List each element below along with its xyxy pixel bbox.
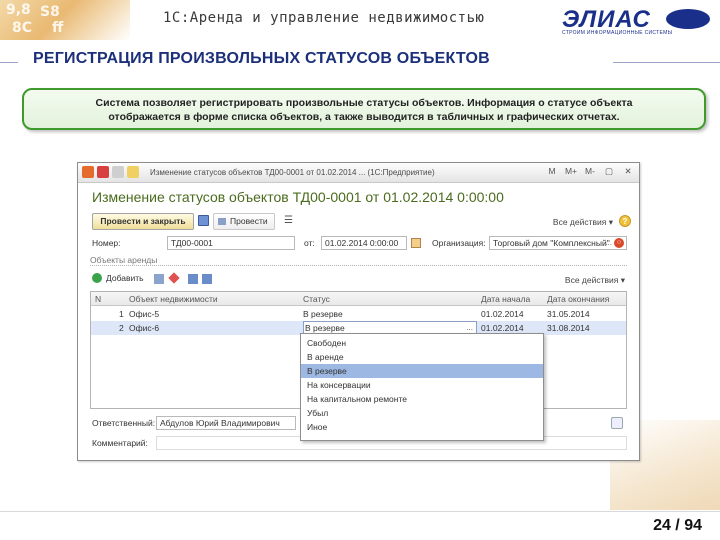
command-bar: Провести и закрыть Провести ☰ Все действ… bbox=[78, 211, 639, 231]
responsible-value: Абдулов Юрий Владимирович bbox=[160, 418, 280, 428]
row-start-date[interactable]: 01.02.2014 bbox=[481, 309, 524, 319]
number-value: ТД00-0001 bbox=[171, 238, 213, 248]
calendar-icon[interactable] bbox=[411, 238, 421, 248]
select-ellipsis-icon[interactable]: ... bbox=[605, 237, 612, 249]
post-button[interactable]: Провести bbox=[213, 213, 275, 230]
row-start-date[interactable]: 01.02.2014 bbox=[481, 323, 524, 333]
maximize-button[interactable]: ▢ bbox=[602, 166, 616, 177]
row-status[interactable]: В резерве bbox=[303, 309, 343, 319]
column-header-status[interactable]: Статус bbox=[303, 294, 330, 304]
add-row-button[interactable]: Добавить bbox=[92, 271, 144, 285]
slide-header: 9,8 S8 8C ff 1С:Аренда и управление недв… bbox=[0, 0, 720, 40]
memory-plus-button[interactable]: M+ bbox=[564, 166, 578, 177]
dropdown-item-reserved[interactable]: В резерве bbox=[301, 364, 543, 378]
footer-divider bbox=[0, 511, 720, 512]
back-icon[interactable] bbox=[97, 166, 109, 178]
date-field[interactable]: 01.02.2014 0:00:00 bbox=[321, 236, 407, 250]
copy-icon[interactable] bbox=[154, 274, 164, 284]
row-status[interactable]: В резерве bbox=[305, 323, 345, 333]
document-window: Изменение статусов объектов ТД00-0001 от… bbox=[77, 162, 640, 461]
select-ellipsis-icon[interactable]: ... bbox=[466, 323, 473, 332]
description-box: Система позволяет регистрировать произво… bbox=[22, 88, 706, 130]
status-dropdown-list[interactable]: Свободен В аренде В резерве На консервац… bbox=[300, 333, 544, 441]
all-actions-menu[interactable]: Все действия ▾ bbox=[553, 217, 613, 228]
responsible-label: Ответственный: bbox=[92, 418, 156, 428]
title-divider-left bbox=[0, 62, 18, 63]
print-menu-icon[interactable]: ☰ bbox=[280, 213, 297, 230]
section-label: Объекты аренды bbox=[90, 255, 158, 265]
slide-title: РЕГИСТРАЦИЯ ПРОИЗВОЛЬНЫХ СТАТУСОВ ОБЪЕКТ… bbox=[33, 50, 490, 67]
row-number: 1 bbox=[119, 309, 124, 319]
corner-decoration: 9,8 S8 8C ff bbox=[0, 0, 130, 40]
logo-subtitle: СТРОИМ ИНФОРМАЦИОННЫЕ СИСТЕМЫ bbox=[562, 30, 673, 36]
logo-oval-icon bbox=[666, 9, 710, 29]
section-divider bbox=[90, 265, 627, 266]
deco-glyph: S8 bbox=[40, 4, 60, 20]
date-value: 01.02.2014 0:00:00 bbox=[325, 238, 399, 248]
move-down-icon[interactable] bbox=[202, 274, 212, 284]
dropdown-item-other[interactable]: Иное bbox=[301, 420, 543, 434]
column-header-end[interactable]: Дата окончания bbox=[547, 294, 609, 304]
memory-minus-button[interactable]: M- bbox=[583, 166, 597, 177]
save-icon[interactable] bbox=[198, 215, 209, 226]
page-number: 24 / 94 bbox=[653, 517, 702, 534]
window-controls: M M+ M- ▢ ✕ bbox=[545, 166, 635, 177]
table-row[interactable]: 1 Офис-5 В резерве 01.02.2014 31.05.2014 bbox=[91, 307, 626, 321]
date-from-label: от: bbox=[304, 238, 315, 248]
elias-logo: ЭЛИАС СТРОИМ ИНФОРМАЦИОННЫЕ СИСТЕМЫ bbox=[562, 6, 714, 36]
title-divider-right bbox=[613, 62, 720, 63]
deco-glyph: 9,8 bbox=[6, 2, 31, 18]
open-icon[interactable]: ○ bbox=[614, 238, 624, 248]
forward-icon[interactable] bbox=[112, 166, 124, 178]
open-field-icon[interactable] bbox=[611, 417, 623, 429]
memory-button[interactable]: M bbox=[545, 166, 559, 177]
organization-value: Торговый дом "Комплексный" bbox=[493, 238, 610, 248]
organization-label: Организация: bbox=[432, 238, 486, 248]
column-header-object[interactable]: Объект недвижимости bbox=[129, 294, 218, 304]
organization-field[interactable]: Торговый дом "Комплексный" ... ○ bbox=[489, 236, 627, 250]
app-icon[interactable] bbox=[82, 166, 94, 178]
number-field[interactable]: ТД00-0001 bbox=[167, 236, 295, 250]
row-object[interactable]: Офис-5 bbox=[129, 309, 159, 319]
table-toolbar: Добавить Все действия ▾ bbox=[78, 269, 639, 287]
comment-label: Комментарий: bbox=[92, 438, 148, 448]
close-button[interactable]: ✕ bbox=[621, 166, 635, 177]
dropdown-item-retired[interactable]: Убыл bbox=[301, 406, 543, 420]
post-and-close-button[interactable]: Провести и закрыть bbox=[92, 213, 194, 230]
app-title: 1С:Аренда и управление недвижимостью bbox=[163, 10, 485, 26]
table-header: N Объект недвижимости Статус Дата начала… bbox=[91, 292, 626, 306]
row-end-date[interactable]: 31.05.2014 bbox=[547, 309, 590, 319]
favorite-icon[interactable] bbox=[127, 166, 139, 178]
responsible-field[interactable]: Абдулов Юрий Владимирович bbox=[156, 416, 296, 430]
help-icon[interactable]: ? bbox=[619, 215, 631, 227]
dropdown-item-repair[interactable]: На капитальном ремонте bbox=[301, 392, 543, 406]
column-header-n[interactable]: N bbox=[95, 294, 101, 304]
dropdown-item-free[interactable]: Свободен bbox=[301, 336, 543, 350]
number-label: Номер: bbox=[92, 238, 121, 248]
delete-icon[interactable] bbox=[168, 272, 180, 284]
form-title: Изменение статусов объектов ТД00-0001 от… bbox=[92, 189, 504, 205]
row-end-date[interactable]: 31.08.2014 bbox=[547, 323, 590, 333]
deco-glyph: 8C bbox=[12, 20, 33, 36]
row-object[interactable]: Офис-6 bbox=[129, 323, 159, 333]
dropdown-item-conservation[interactable]: На консервации bbox=[301, 378, 543, 392]
description-line-2: отображается в форме списка объектов, а … bbox=[108, 111, 620, 123]
document-header-fields: Номер: ТД00-0001 от: 01.02.2014 0:00:00 … bbox=[78, 235, 639, 251]
window-title: Изменение статусов объектов ТД00-0001 от… bbox=[150, 168, 435, 177]
window-titlebar: Изменение статусов объектов ТД00-0001 от… bbox=[78, 163, 639, 183]
row-number: 2 bbox=[119, 323, 124, 333]
table-all-actions-menu[interactable]: Все действия ▾ bbox=[565, 275, 625, 286]
titlebar-icons bbox=[82, 166, 139, 178]
move-up-icon[interactable] bbox=[188, 274, 198, 284]
column-header-start[interactable]: Дата начала bbox=[481, 294, 530, 304]
description-line-1: Система позволяет регистрировать произво… bbox=[95, 97, 633, 109]
dropdown-item-rented[interactable]: В аренде bbox=[301, 350, 543, 364]
deco-glyph: ff bbox=[52, 20, 64, 36]
